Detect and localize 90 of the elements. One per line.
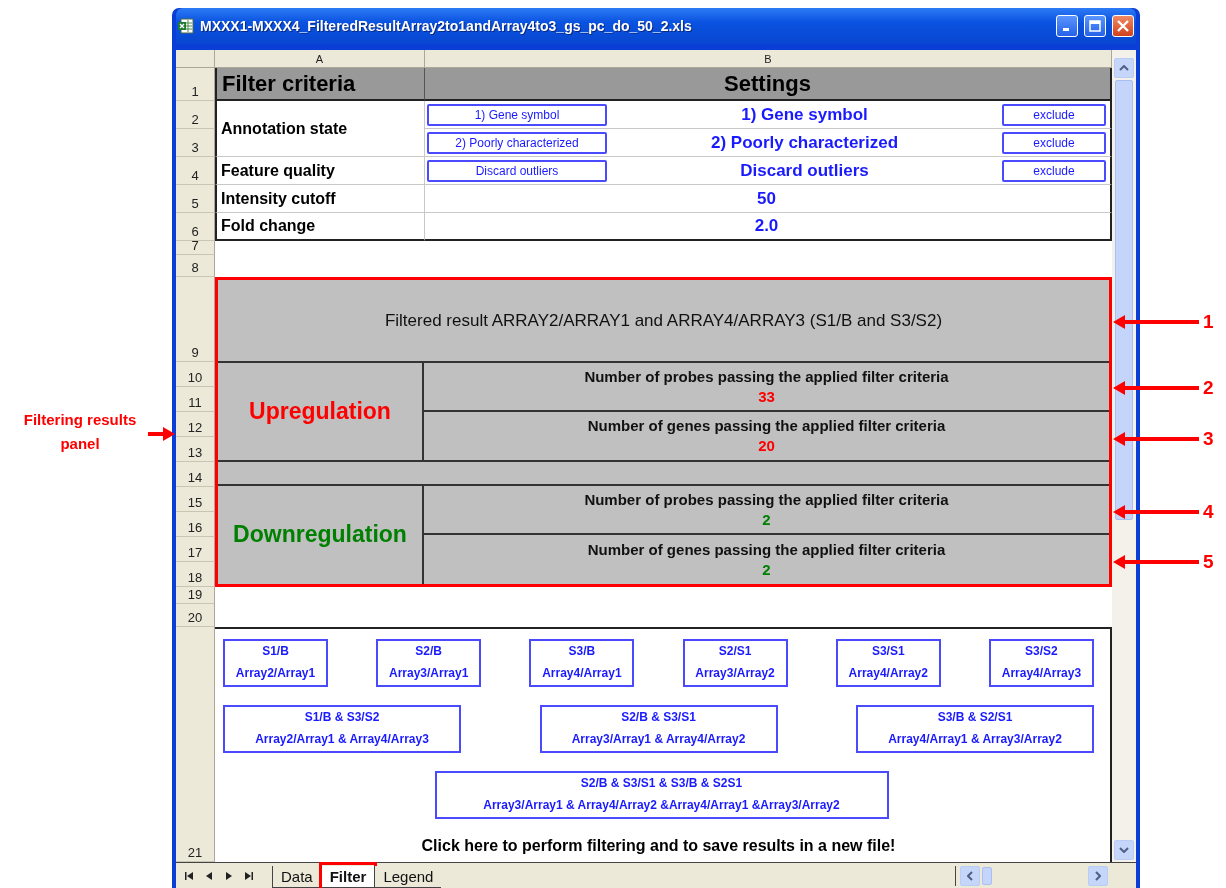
comparison-button[interactable]: S3/S1 Array4/Array2 (835, 639, 941, 687)
metric-label: Number of genes passing the applied filter criteria (587, 540, 946, 558)
metric-label: Number of probes passing the applied filter criteria (584, 490, 949, 508)
metric-label: Number of genes passing the applied filter criteria (587, 417, 946, 435)
setting-value: 50 (756, 188, 777, 209)
row-header[interactable]: 3 (176, 129, 215, 157)
metric-value: 20 (758, 437, 775, 455)
maximize-button[interactable] (1084, 15, 1106, 37)
row-header[interactable]: 13 (176, 437, 215, 462)
scroll-thumb[interactable] (1115, 80, 1133, 520)
comparison-button[interactable]: S1/B & S3/S2 Array2/Array1 & Array4/Array3 (223, 705, 461, 753)
comparison-button[interactable]: S3/S2 Array4/Array3 (988, 639, 1094, 687)
callout-number: 5 (1203, 551, 1214, 573)
setting-button[interactable]: 1) Gene symbol (427, 103, 607, 126)
panel-title: Filtered result ARRAY2/ARRAY1 and ARRAY4/ARRAY3 (S1/B and S3/S2) (384, 310, 943, 331)
annotation-label: Filtering results panel (22, 410, 138, 454)
scroll-up-icon[interactable] (1119, 65, 1129, 71)
comparison-button[interactable]: S1/B Array2/Array1 (223, 639, 328, 687)
row-header[interactable]: 18 (176, 562, 215, 587)
maximize-icon[interactable] (1089, 20, 1101, 32)
comparison-button[interactable]: S2/B Array3/Array1 (376, 639, 482, 687)
column-header[interactable]: B (425, 50, 1112, 68)
metric-label: Number of probes passing the applied filter criteria (584, 368, 949, 386)
comparison-button[interactable]: S2/S1 Array3/Array2 (682, 639, 788, 687)
close-icon[interactable] (1117, 20, 1129, 32)
column-header[interactable]: A (215, 50, 425, 68)
setting-value: 1) Gene symbol (740, 104, 869, 125)
scroll-down-icon[interactable] (1119, 847, 1129, 853)
first-sheet-icon[interactable] (184, 870, 194, 881)
metric-value: 33 (758, 388, 775, 406)
comparison-button[interactable]: S3/B Array4/Array1 (529, 639, 635, 687)
row-header[interactable]: 9 (176, 277, 215, 362)
group-label: Upregulation (218, 363, 424, 462)
setting-value: 2.0 (753, 216, 780, 236)
metric-value: 2 (762, 510, 771, 528)
metric-value: 2 (762, 560, 771, 578)
group-label: Downregulation (218, 485, 424, 584)
sheet-tab[interactable]: Legend (374, 866, 442, 888)
spreadsheet-icon (178, 18, 194, 34)
callout-number: 1 (1203, 311, 1214, 333)
criteria-label: Feature quality (215, 157, 425, 185)
scroll-left-icon[interactable] (967, 870, 973, 881)
pointer-arrow (148, 427, 175, 441)
row-header[interactable]: 6 (176, 213, 215, 241)
table-header: Filter criteria (215, 68, 425, 101)
row-header[interactable]: 1 (176, 68, 215, 101)
comparison-button[interactable]: S2/B & S3/S1 Array3/Array1 & Array4/Array2 (539, 705, 778, 753)
table-header: Settings (425, 68, 1112, 101)
sheet-tab[interactable]: Data (272, 866, 321, 888)
setting-value: 2) Poorly characterized (709, 132, 900, 153)
row-header[interactable]: 4 (176, 157, 215, 185)
row-header[interactable]: 21 (176, 627, 215, 862)
criteria-label: Annotation state (215, 101, 425, 157)
row-header[interactable]: 7 (176, 241, 215, 255)
callout-number: 3 (1203, 428, 1214, 450)
filter-link[interactable]: Click here to perform filtering and to save results in a new file! (421, 837, 896, 855)
row-header[interactable]: 19 (176, 587, 215, 604)
exclude-button[interactable]: exclude (1002, 159, 1106, 182)
row-header[interactable]: 5 (176, 185, 215, 213)
row-header[interactable]: 2 (176, 101, 215, 129)
exclude-button[interactable]: exclude (1002, 103, 1106, 126)
row-header[interactable]: 20 (176, 604, 215, 627)
exclude-button[interactable]: exclude (1002, 131, 1106, 154)
vertical-scrollbar[interactable] (1112, 50, 1136, 862)
callout-number: 2 (1203, 377, 1214, 399)
row-header[interactable]: 10 (176, 362, 215, 387)
row-header[interactable]: 11 (176, 387, 215, 412)
row-header[interactable]: 16 (176, 512, 215, 537)
comparison-button[interactable]: S2/B & S3/S1 & S3/B & S2S1 Array3/Array1 & Array4/Array2 &Array4/Array1 &Array3/Array2 (434, 771, 889, 819)
row-header[interactable]: 8 (176, 255, 215, 277)
criteria-label: Intensity cutoff (215, 185, 425, 213)
horizontal-scrollbar[interactable] (955, 865, 1108, 886)
setting-button[interactable]: Discard outliers (427, 159, 607, 182)
next-sheet-icon[interactable] (224, 870, 234, 881)
callout-number: 4 (1203, 501, 1214, 523)
row-header[interactable]: 14 (176, 462, 215, 487)
comparison-button[interactable]: S3/B & S2/S1 Array4/Array1 & Array3/Array2 (856, 705, 1094, 753)
setting-value: Discard outliers (739, 160, 870, 181)
minimize-button[interactable] (1056, 15, 1078, 37)
scroll-thumb[interactable] (982, 866, 992, 885)
row-header[interactable]: 15 (176, 487, 215, 512)
previous-sheet-icon[interactable] (204, 870, 214, 881)
last-sheet-icon[interactable] (244, 870, 254, 881)
close-button[interactable] (1112, 15, 1134, 37)
criteria-label: Fold change (215, 213, 425, 241)
setting-button[interactable]: 2) Poorly characterized (427, 131, 607, 154)
window-title: MXXX1-MXXX4_FilteredResultArray2to1andArray4to3_gs_pc_do_50_2.xls (200, 18, 693, 34)
row-header[interactable]: 12 (176, 412, 215, 437)
row-header[interactable]: 17 (176, 537, 215, 562)
scroll-right-icon[interactable] (1095, 870, 1101, 881)
